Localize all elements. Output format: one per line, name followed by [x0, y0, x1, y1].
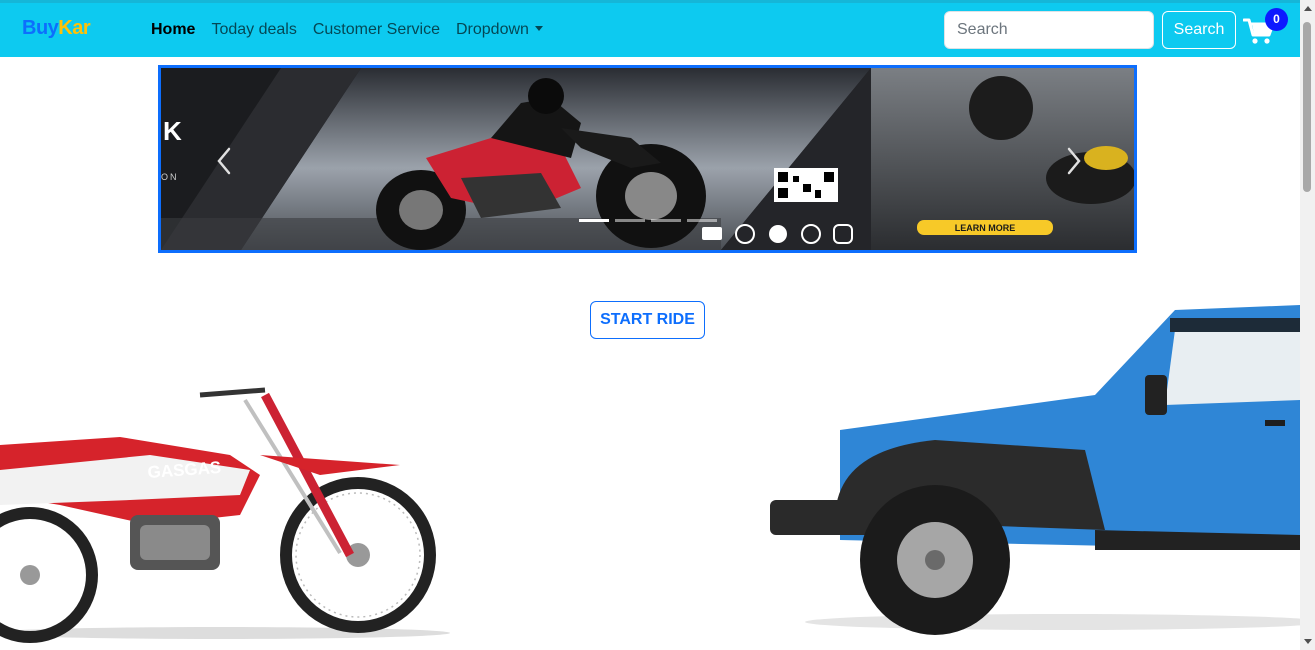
facebook-icon	[769, 225, 787, 243]
carousel-indicator[interactable]	[615, 219, 645, 222]
hero-banner-image: K ON LEARN MORE	[161, 68, 1134, 250]
nav-customer-service[interactable]: Customer Service	[313, 21, 440, 39]
scroll-up-arrow-icon[interactable]	[1304, 6, 1312, 11]
search-input[interactable]	[944, 11, 1154, 49]
brand-part-1: Buy	[22, 17, 59, 39]
cart-count-badge: 0	[1265, 8, 1288, 31]
scrollbar-thumb[interactable]	[1303, 22, 1311, 192]
svg-text:K: K	[163, 116, 182, 146]
search-button[interactable]: Search	[1162, 11, 1236, 49]
nav-today-deals[interactable]: Today deals	[211, 21, 296, 39]
page-scrollbar[interactable]	[1300, 0, 1315, 650]
carousel-indicator[interactable]	[687, 219, 717, 222]
svg-text:ON: ON	[161, 172, 179, 182]
scroll-down-arrow-icon[interactable]	[1304, 639, 1312, 644]
carousel-indicator[interactable]	[579, 219, 609, 222]
brand-logo[interactable]: BuyKar	[22, 17, 91, 40]
nav-dropdown[interactable]: Dropdown	[456, 21, 543, 39]
main-nav: Home Today deals Customer Service Dropdo…	[151, 21, 543, 39]
navbar: BuyKar Home Today deals Customer Service…	[0, 3, 1300, 57]
brand-part-2: Kar	[58, 17, 91, 39]
dirt-bike-image: GASGAS	[0, 387, 450, 643]
jeep-image	[770, 305, 1300, 635]
carousel-indicator[interactable]	[651, 219, 681, 222]
linkedin-icon	[702, 227, 722, 240]
carousel-prev-icon[interactable]	[213, 146, 237, 176]
banner-cta-label: LEARN MORE	[955, 223, 1016, 233]
carousel-next-icon[interactable]	[1061, 146, 1085, 176]
chevron-down-icon	[534, 26, 543, 31]
start-ride-button[interactable]: START RIDE	[590, 301, 705, 339]
hero-carousel[interactable]: K ON LEARN MORE	[158, 65, 1137, 253]
nav-dropdown-label: Dropdown	[456, 21, 529, 38]
nav-home[interactable]: Home	[151, 21, 195, 39]
